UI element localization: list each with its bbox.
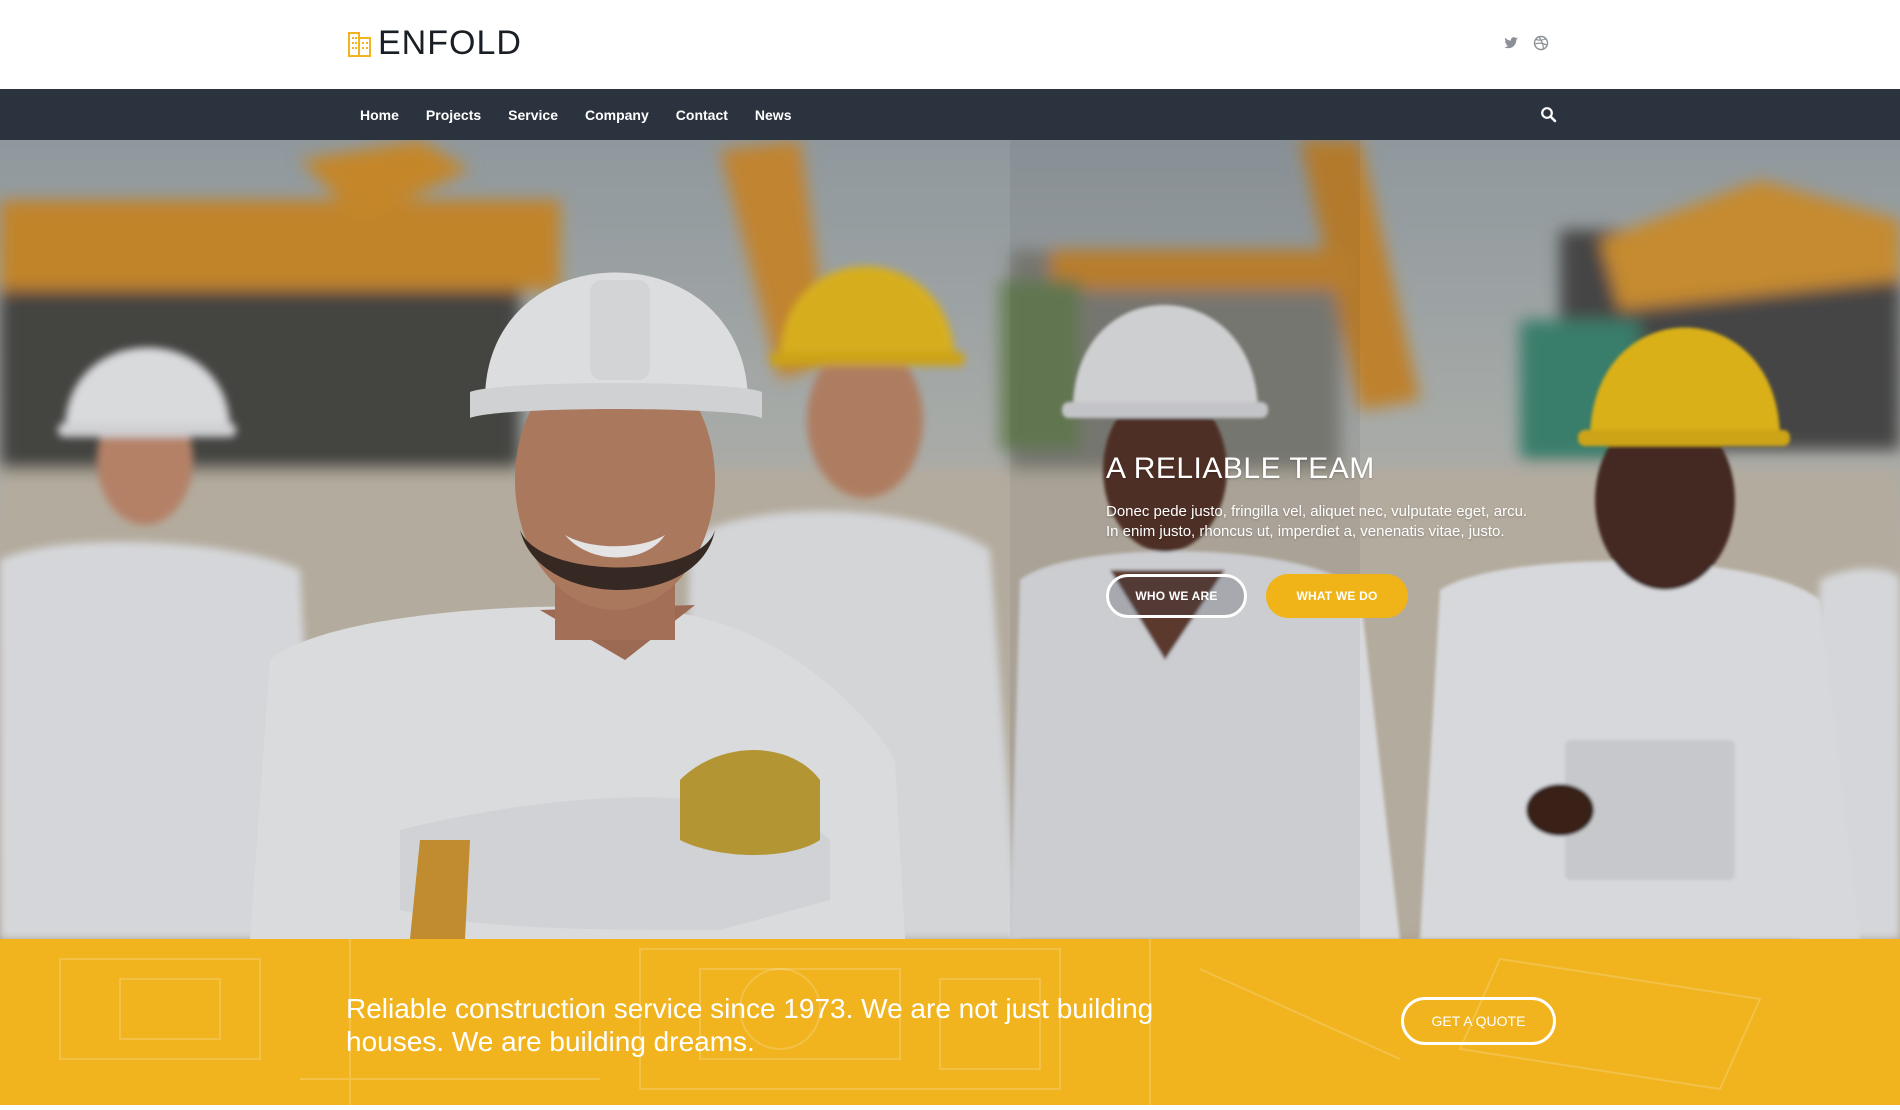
get-a-quote-button[interactable]: GET A QUOTE — [1401, 997, 1556, 1045]
nav-item-company[interactable]: Company — [585, 107, 649, 123]
nav-list: Home Projects Service Company Contact Ne… — [360, 89, 818, 140]
search-icon[interactable] — [1540, 106, 1557, 123]
cta-text: Reliable construction service since 1973… — [346, 993, 1154, 1057]
nav-item-service[interactable]: Service — [508, 107, 558, 123]
nav-item-contact[interactable]: Contact — [676, 107, 728, 123]
site-logo-text: ENFOLD — [378, 24, 522, 62]
nav-item-home[interactable]: Home — [360, 107, 399, 123]
building-icon — [348, 32, 371, 57]
who-we-are-button[interactable]: WHO WE ARE — [1106, 574, 1247, 618]
hero-overlay — [0, 140, 1900, 939]
hero-description: Donec pede justo, fringilla vel, aliquet… — [1106, 503, 1528, 540]
hero-title: A RELIABLE TEAM — [1106, 452, 1375, 485]
hero-section: A RELIABLE TEAM Donec pede justo, fringi… — [0, 140, 1900, 939]
main-nav: Home Projects Service Company Contact Ne… — [0, 89, 1900, 140]
nav-item-news[interactable]: News — [755, 107, 792, 123]
site-logo[interactable]: ENFOLD — [348, 26, 522, 60]
what-we-do-button[interactable]: WHAT WE DO — [1266, 574, 1408, 618]
dribbble-icon[interactable] — [1533, 35, 1549, 51]
cta-band: Reliable construction service since 1973… — [0, 939, 1900, 1105]
nav-item-projects[interactable]: Projects — [426, 107, 481, 123]
site-header: ENFOLD — [0, 0, 1900, 89]
page-bottom — [0, 1105, 1900, 1110]
twitter-icon[interactable] — [1503, 35, 1519, 51]
